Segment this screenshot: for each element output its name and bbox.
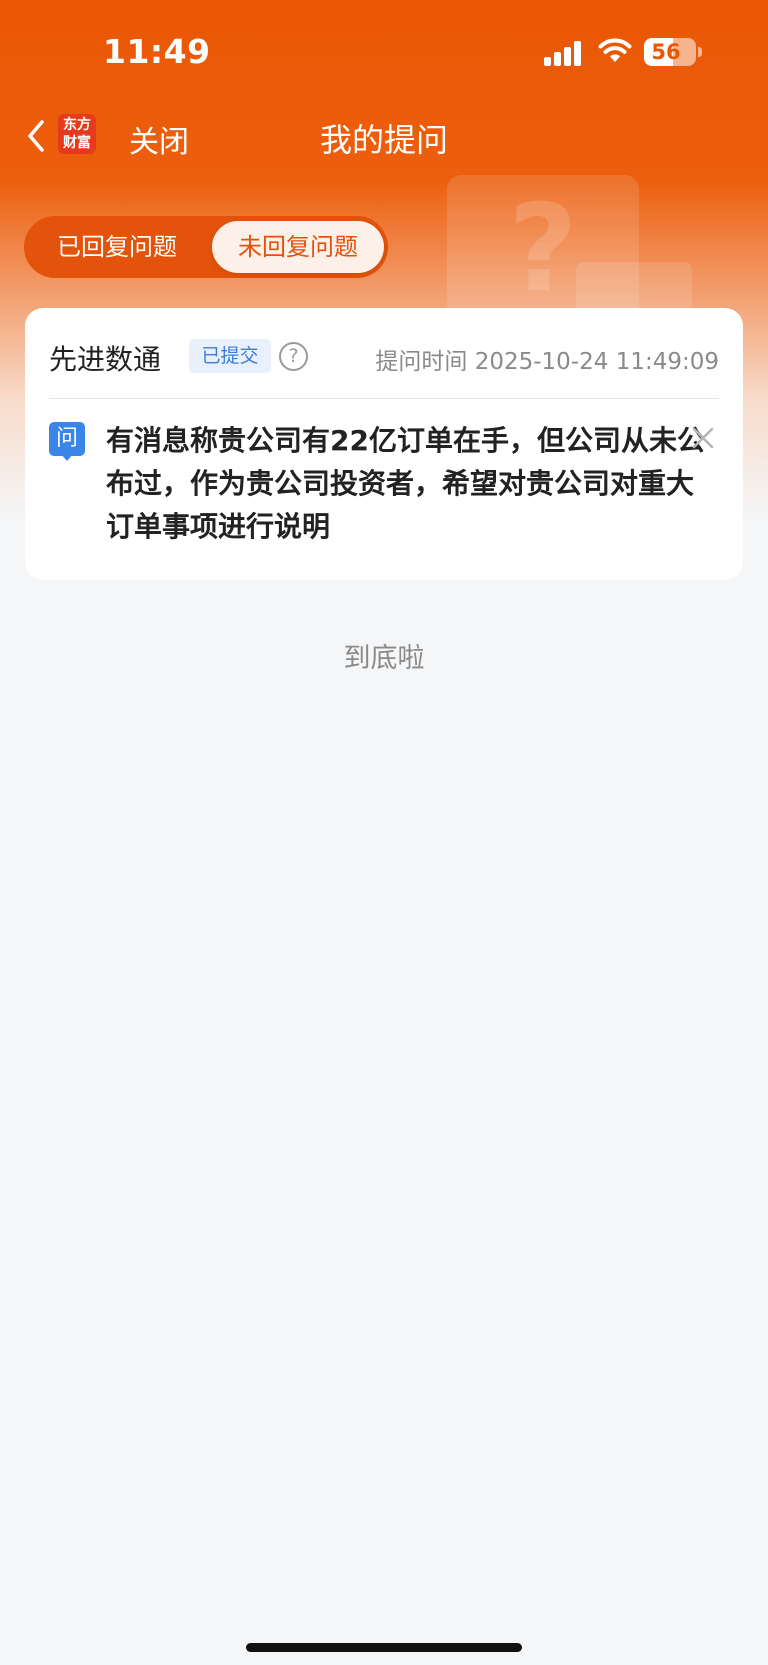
- divider: [49, 398, 719, 399]
- question-card[interactable]: 先进数通 已提交 ? 提问时间 2025-10-24 11:49:09 问 有消…: [25, 308, 743, 580]
- status-time: 11:49: [103, 32, 211, 71]
- question-text: 有消息称贵公司有22亿订单在手，但公司从未公布过，作为贵公司投资者，希望对贵公司…: [106, 424, 705, 543]
- wifi-icon: [598, 38, 632, 62]
- battery-icon: 56: [644, 38, 696, 66]
- ask-time: 提问时间 2025-10-24 11:49:09: [375, 349, 719, 375]
- close-icon[interactable]: [691, 426, 715, 450]
- tab-switcher: 已回复问题 未回复问题: [24, 216, 388, 278]
- question-badge-icon: 问: [49, 422, 85, 456]
- page-title: 我的提问: [319, 121, 448, 159]
- end-of-list-text: 到底啦: [343, 643, 425, 674]
- home-indicator[interactable]: [246, 1643, 522, 1652]
- cellular-signal-icon: [544, 40, 584, 66]
- help-icon[interactable]: ?: [279, 342, 308, 371]
- question-mark-watermark-icon: ?: [508, 180, 578, 319]
- question-badge-tail: [61, 454, 73, 461]
- tab-replied[interactable]: 已回复问题: [24, 216, 210, 278]
- tab-unreplied[interactable]: 未回复问题: [212, 221, 384, 273]
- company-name: 先进数通: [49, 343, 162, 376]
- status-badge: 已提交: [189, 339, 271, 373]
- battery-tip: [698, 47, 702, 57]
- battery-percent: 56: [651, 40, 681, 64]
